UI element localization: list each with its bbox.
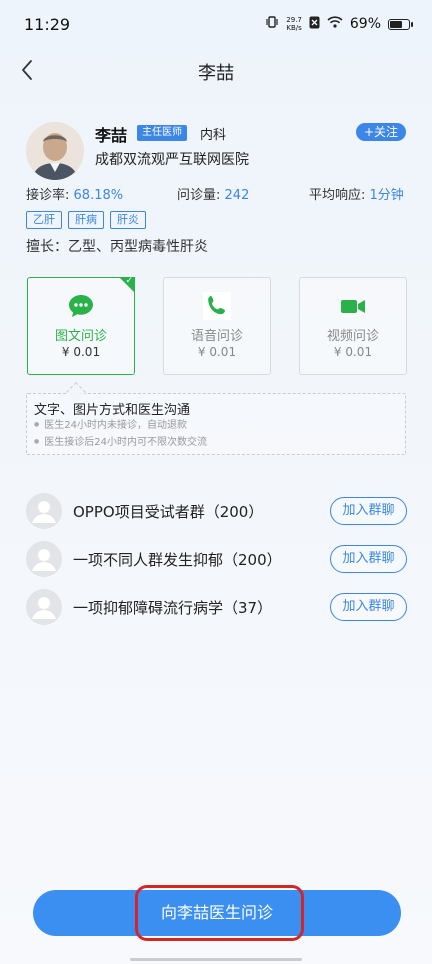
wifi-icon xyxy=(327,16,343,32)
video-camera-icon xyxy=(339,292,367,320)
group-avatar-icon xyxy=(26,493,62,529)
description-line: 医生接诊后24小时内可不限次数交流 xyxy=(34,433,207,448)
doctor-title-badge: 主任医师 xyxy=(137,125,187,141)
group-row: 一项抑郁障碍流行病学（37） 加入群聊 xyxy=(26,589,407,625)
join-group-button[interactable]: 加入群聊 xyxy=(330,593,407,621)
doctor-portrait-image xyxy=(26,122,84,180)
doctor-department: 内科 xyxy=(200,128,227,143)
page-title: 李喆 xyxy=(198,63,234,84)
group-row: OPPO项目受试者群（200） 加入群聊 xyxy=(26,493,407,529)
specialty-tags: 乙肝 肝病 肝炎 xyxy=(26,211,146,229)
net-speed-value: 29.7 xyxy=(286,16,302,24)
doctor-specialty: 擅长：乙型、丙型病毒性肝炎 xyxy=(26,239,208,255)
red-highlight-annotation xyxy=(135,885,304,941)
follow-button[interactable]: +关注 xyxy=(356,123,406,141)
tag: 肝炎 xyxy=(110,211,146,229)
join-group-button[interactable]: 加入群聊 xyxy=(330,545,407,573)
stat-avg-response: 平均响应: 1分钟 xyxy=(309,184,404,203)
option-price: ¥ 0.01 xyxy=(197,345,237,359)
stat-label: 问诊量: xyxy=(177,188,221,203)
stat-value: 242 xyxy=(224,188,250,203)
description-line: 医生24小时内未接诊，自动退款 xyxy=(34,416,187,431)
net-speed-unit: KB/s xyxy=(286,24,302,32)
check-icon: ✓ xyxy=(125,276,133,286)
phone-icon xyxy=(203,292,231,320)
option-price: ¥ 0.01 xyxy=(61,345,101,359)
group-avatar-icon xyxy=(26,541,62,577)
group-name: OPPO项目受试者群（200） xyxy=(73,503,264,521)
doctor-avatar[interactable] xyxy=(26,122,84,180)
option-label: 图文问诊 xyxy=(54,329,107,344)
battery-icon xyxy=(388,18,413,30)
status-time: 11:29 xyxy=(24,15,71,34)
stat-acceptance-rate: 接诊率: 68.18% xyxy=(26,184,123,203)
battery-percent: 69% xyxy=(349,16,381,32)
join-group-button[interactable]: 加入群聊 xyxy=(330,497,407,525)
status-icons: 29.7 KB/s 69% xyxy=(265,15,413,33)
chat-bubble-icon xyxy=(67,292,95,320)
option-label: 视频问诊 xyxy=(326,329,379,344)
stat-consult-volume: 问诊量: 242 xyxy=(177,184,249,203)
group-avatar-icon xyxy=(26,589,62,625)
option-label: 语音问诊 xyxy=(190,329,243,344)
doctor-hospital: 成都双流观严互联网医院 xyxy=(95,152,249,168)
group-name: 一项不同人群发生抑郁（200） xyxy=(73,551,282,569)
consult-description: 文字、图片方式和医生沟通 医生24小时内未接诊，自动退款 医生接诊后24小时内可… xyxy=(26,393,406,455)
doctor-name: 李喆 xyxy=(95,126,128,145)
vibrate-icon xyxy=(265,15,279,33)
home-indicator xyxy=(130,958,302,961)
network-speed: 29.7 KB/s xyxy=(286,16,302,32)
tag: 乙肝 xyxy=(26,211,62,229)
status-bar: 11:29 29.7 KB/s 69% xyxy=(0,0,432,50)
battery-fill xyxy=(390,20,402,28)
stat-value: 1分钟 xyxy=(369,188,404,203)
option-video-consult[interactable]: 视频问诊 ¥ 0.01 xyxy=(299,277,407,375)
stat-value: 68.18% xyxy=(73,188,124,203)
option-price: ¥ 0.01 xyxy=(333,345,373,359)
option-text-consult[interactable]: ✓ 图文问诊 ¥ 0.01 xyxy=(27,276,135,375)
stat-label: 平均响应: xyxy=(309,188,366,203)
header: 李喆 xyxy=(0,50,432,90)
option-voice-consult[interactable]: 语音问诊 ¥ 0.01 xyxy=(163,277,271,375)
tag: 肝病 xyxy=(68,211,104,229)
stat-label: 接诊率: xyxy=(26,188,70,203)
group-row: 一项不同人群发生抑郁（200） 加入群聊 xyxy=(26,541,407,577)
no-sim-icon xyxy=(309,16,320,33)
group-name: 一项抑郁障碍流行病学（37） xyxy=(73,599,273,617)
